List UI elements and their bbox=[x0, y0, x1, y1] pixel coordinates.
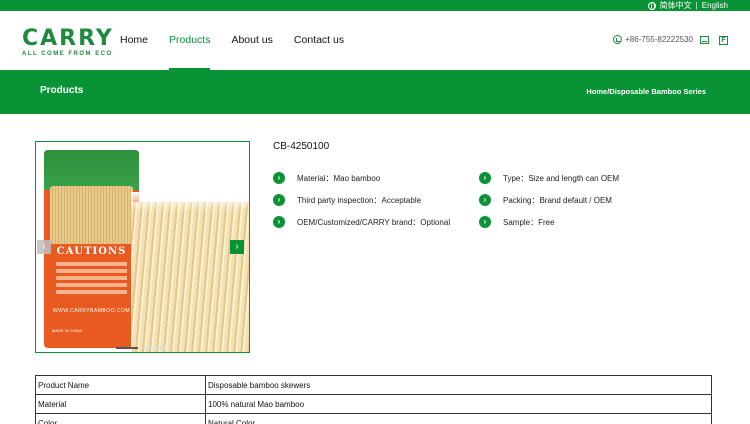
arrow-bullet-icon: › bbox=[479, 194, 491, 206]
package-origin-text: MADE IN CHINA bbox=[52, 328, 83, 333]
arrow-bullet-icon: › bbox=[479, 172, 491, 184]
lang-chinese-link[interactable]: 简体中文 bbox=[660, 0, 692, 11]
product-gallery: CAUTIONS WWW.CARRYBAMBOO.COM MADE IN CHI… bbox=[35, 141, 250, 353]
attribute-oem: OEM/Customized/CARRY brand：Optional bbox=[297, 217, 451, 227]
nav-about-us[interactable]: About us bbox=[231, 11, 272, 70]
lang-english-link[interactable]: English bbox=[702, 0, 728, 11]
nav-contact-us[interactable]: Contact us bbox=[294, 11, 344, 70]
mail-icon[interactable] bbox=[700, 36, 709, 44]
spec-value: Natural Color bbox=[205, 413, 712, 424]
product-code: CB-4250100 bbox=[273, 141, 330, 152]
globe-icon bbox=[647, 1, 656, 10]
main-nav: Home Products About us Contact us bbox=[120, 11, 365, 70]
arrow-bullet-icon: › bbox=[273, 216, 285, 228]
package-url-text: WWW.CARRYBAMBOO.COM bbox=[52, 308, 131, 314]
attribute-item: › Third party inspection：Acceptable bbox=[273, 194, 421, 206]
page-title: Products bbox=[40, 85, 84, 96]
gallery-pagination bbox=[116, 347, 166, 349]
attribute-type: Type：Size and length can OEM bbox=[503, 173, 620, 183]
logo-tagline: ALL COME FROM ECO bbox=[22, 51, 113, 57]
carry-logo[interactable]: CARRY ALL COME FROM ECO bbox=[22, 26, 114, 58]
package-cautions-text: CAUTIONS bbox=[56, 246, 127, 257]
attribute-material: Material：Mao bamboo bbox=[297, 173, 381, 183]
table-row: Material 100% natural Mao bamboo bbox=[35, 394, 712, 414]
product-package-image: CAUTIONS WWW.CARRYBAMBOO.COM MADE IN CHI… bbox=[44, 150, 139, 348]
spec-key: Product Name bbox=[35, 375, 206, 395]
nav-products[interactable]: Products bbox=[169, 11, 211, 70]
arrow-bullet-icon: › bbox=[273, 172, 285, 184]
facebook-icon[interactable]: F bbox=[719, 36, 728, 45]
attribute-item: › Type：Size and length can OEM bbox=[479, 172, 619, 184]
attribute-item: › OEM/Customized/CARRY brand：Optional bbox=[273, 216, 450, 228]
gallery-prev-arrow[interactable]: ‹ bbox=[37, 240, 51, 254]
attribute-sample: Sample：Free bbox=[503, 217, 555, 227]
spec-key: Color bbox=[35, 413, 206, 424]
language-switcher: 简体中文 | English bbox=[647, 0, 728, 11]
gallery-dot-1[interactable] bbox=[116, 347, 138, 349]
page-banner: Products Home/Disposable Bamboo Series bbox=[0, 70, 750, 114]
gallery-next-arrow[interactable]: › bbox=[230, 240, 244, 254]
table-row: Product Name Disposable bamboo skewers bbox=[35, 375, 712, 395]
logo-wordmark: CARRY bbox=[22, 26, 114, 51]
top-bar: 简体中文 | English bbox=[0, 0, 750, 11]
attribute-item: › Packing：Brand default / OEM bbox=[479, 194, 612, 206]
attribute-packing: Packing：Brand default / OEM bbox=[503, 195, 612, 205]
attribute-inspection: Third party inspection：Acceptable bbox=[297, 195, 422, 205]
arrow-bullet-icon: › bbox=[479, 216, 491, 228]
breadcrumb[interactable]: Home/Disposable Bamboo Series bbox=[586, 87, 706, 96]
phone-number[interactable]: +86-755-82222530 bbox=[625, 35, 693, 44]
spec-value: Disposable bamboo skewers bbox=[205, 375, 712, 395]
nav-home[interactable]: Home bbox=[120, 11, 148, 70]
header-contact: +86-755-82222530 bbox=[613, 35, 693, 44]
attribute-item: › Material：Mao bamboo bbox=[273, 172, 380, 184]
phone-icon bbox=[613, 35, 623, 44]
table-row: Color Natural Color bbox=[35, 413, 712, 424]
bamboo-skewers-image bbox=[131, 192, 249, 352]
lang-separator: | bbox=[695, 1, 698, 10]
spec-key: Material bbox=[35, 394, 206, 414]
spec-value: 100% natural Mao bamboo bbox=[205, 394, 712, 414]
spec-table: Product Name Disposable bamboo skewers M… bbox=[35, 375, 712, 424]
arrow-bullet-icon: › bbox=[273, 194, 285, 206]
attribute-item: › Sample：Free bbox=[479, 216, 555, 228]
gallery-dot-2[interactable] bbox=[144, 347, 166, 349]
site-header: CARRY ALL COME FROM ECO Home Products Ab… bbox=[0, 11, 750, 70]
